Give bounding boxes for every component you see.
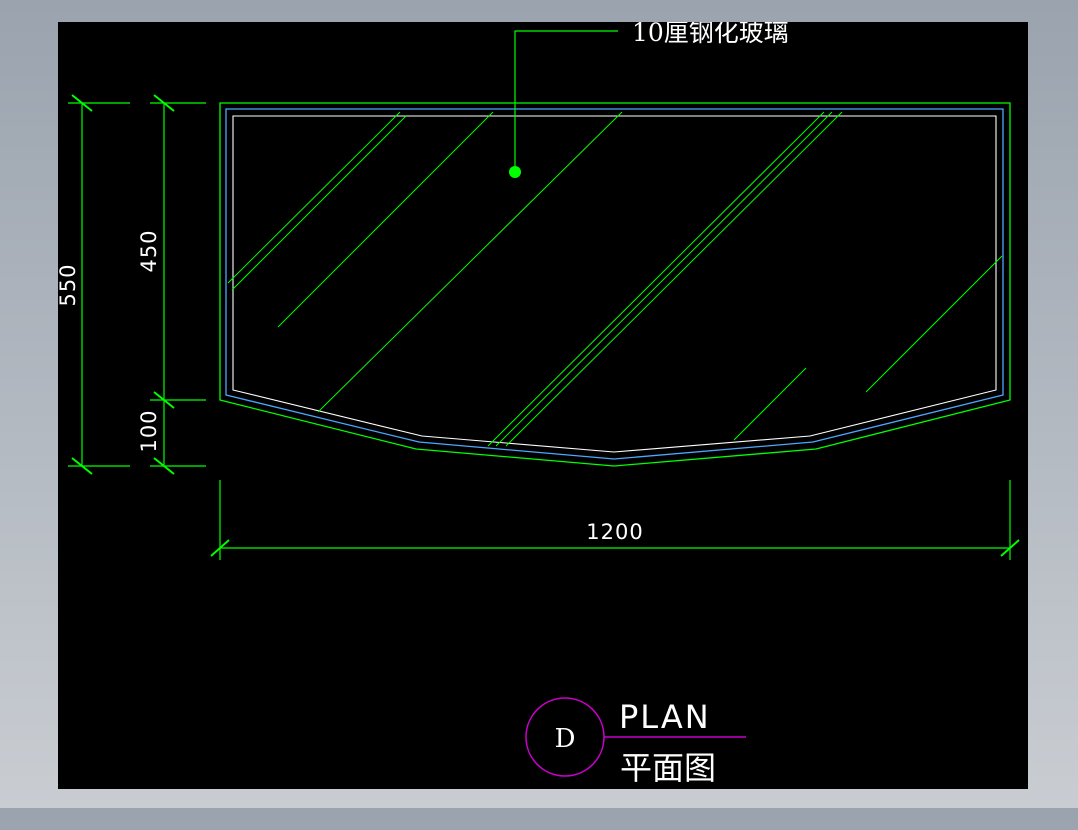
inner-outline: [232, 115, 997, 453]
hatch-line: [487, 111, 825, 447]
section-marker-letter: D: [555, 724, 576, 754]
dimension-label-550: 550: [58, 263, 80, 306]
material-note: 10厘钢化玻璃: [632, 22, 789, 47]
hatch-line: [865, 255, 1003, 393]
hatch-line: [317, 111, 623, 413]
outer-outline: [219, 102, 1011, 467]
glass-panel: [219, 102, 1011, 467]
hatch-line: [277, 111, 494, 328]
plan-title: PLAN: [619, 698, 711, 736]
title-block: D PLAN 平面图: [525, 697, 746, 787]
glass-hatch: [227, 111, 1003, 447]
material-leader: 10厘钢化玻璃: [509, 22, 789, 178]
dimension-label-450: 450: [137, 229, 161, 272]
dimension-label-100: 100: [137, 409, 161, 452]
hatch-line: [733, 367, 807, 441]
hatch-line: [227, 111, 401, 284]
hatch-line: [505, 111, 843, 447]
glass-edge-outline: [225, 108, 1004, 460]
hatch-line: [231, 115, 407, 291]
leader-dot: [509, 166, 521, 178]
hatch-line: [495, 111, 833, 447]
cad-drawing-canvas: 10厘钢化玻璃 550 450 100 1200 D PLAN 平面图: [58, 22, 1028, 789]
dimension-label-1200: 1200: [586, 520, 643, 544]
leader-line: [514, 30, 618, 172]
plan-drawing: 10厘钢化玻璃 550 450 100 1200 D PLAN 平面图: [58, 22, 1020, 787]
plan-subtitle: 平面图: [620, 749, 716, 787]
